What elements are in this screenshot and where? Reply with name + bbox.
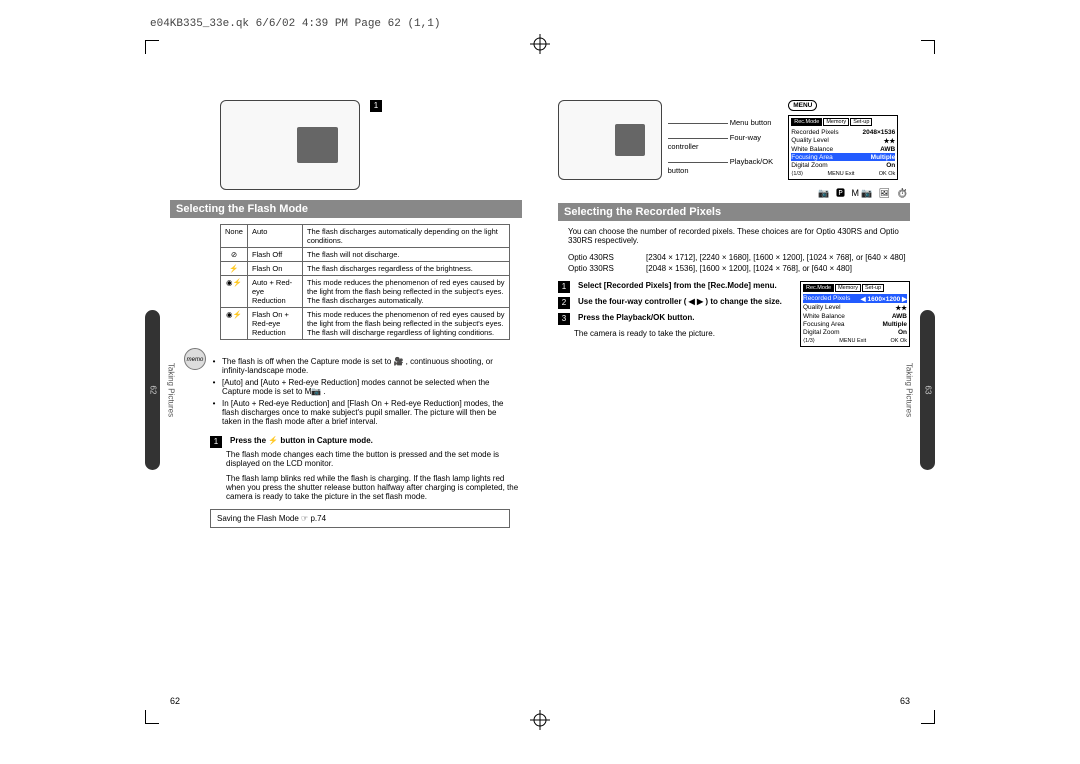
- step-row: 3 Press the Playback/OK button.: [558, 313, 792, 325]
- print-header: e04KB335_33e.qk 6/6/02 4:39 PM Page 62 (…: [150, 18, 440, 30]
- spec-row: Optio 430RS[2304 × 1712], [2240 × 1680],…: [568, 253, 910, 262]
- crop-mark-br: [921, 710, 935, 724]
- step3-body: The camera is ready to take the picture.: [574, 329, 792, 338]
- lcd-menu-screenshot-2: Rec.ModeMemorySet-upRecorded Pixels◀ 160…: [800, 281, 910, 347]
- flash-icon-cell: None: [221, 225, 248, 248]
- lcd-menu-screenshot-1: Rec.ModeMemorySet-upRecorded Pixels2048×…: [788, 115, 898, 180]
- callout-menu-button: Menu button: [730, 118, 772, 127]
- section-title-flash: Selecting the Flash Mode: [170, 200, 522, 218]
- side-label-right: Taking Pictures: [900, 310, 918, 470]
- flash-mode-table: NoneAutoThe flash discharges automatical…: [220, 224, 510, 340]
- camera-illustration-left: [220, 100, 360, 190]
- spec-row: Optio 330RS[2048 × 1536], [1600 × 1200],…: [568, 264, 910, 273]
- mode-icons-row: 📷 🅿 M📷 🖼 ⏱: [558, 186, 910, 199]
- flash-desc-cell: The flash will not discharge.: [302, 248, 509, 262]
- crop-mark-tr: [921, 40, 935, 54]
- step-text: Press the Playback/OK button.: [578, 313, 694, 325]
- step-text: Select [Recorded Pixels] from the [Rec.M…: [578, 281, 777, 293]
- step-marker-1: 1: [558, 281, 570, 293]
- step-text: Use the four-way controller ( ◀ ▶ ) to c…: [578, 297, 782, 309]
- page-number-left: 62: [170, 696, 180, 706]
- step1-marker: 1: [210, 436, 222, 448]
- step-marker-3: 3: [558, 313, 570, 325]
- page-left: 62 Taking Pictures 1 Selecting the Flash…: [160, 50, 540, 714]
- thumb-tab-right: 63: [920, 310, 935, 470]
- crop-mark-bl: [145, 710, 159, 724]
- step1-title: Press the ⚡ button in Capture mode.: [230, 436, 373, 448]
- step-row: 1 Select [Recorded Pixels] from the [Rec.…: [558, 281, 792, 293]
- flash-icon-cell: ⊘: [221, 248, 248, 262]
- steps-list: 1 Select [Recorded Pixels] from the [Rec.…: [558, 281, 792, 347]
- page-right: 63 Taking Pictures Menu button Four-way …: [540, 50, 920, 714]
- thumb-tab-num-right: 63: [923, 386, 932, 395]
- camera-illustration-right: [558, 100, 662, 180]
- flash-icon-cell: ⚡: [221, 262, 248, 276]
- page-spread: 62 Taking Pictures 1 Selecting the Flash…: [160, 50, 920, 714]
- flash-mode-cell: Flash On + Red-eye Reduction: [247, 308, 302, 340]
- flash-icon-cell: ◉⚡: [221, 276, 248, 308]
- memo-bullet: •[Auto] and [Auto + Red-eye Reduction] m…: [210, 378, 518, 396]
- intro-text: You can choose the number of recorded pi…: [568, 227, 910, 245]
- memo-notes: •The flash is off when the Capture mode …: [210, 354, 518, 426]
- flash-desc-cell: The flash discharges regardless of the b…: [302, 262, 509, 276]
- cross-reference-box: Saving the Flash Mode ☞ p.74: [210, 509, 510, 528]
- step1-body1: The flash mode changes each time the but…: [226, 450, 522, 468]
- thumb-tab-left: 62: [145, 310, 160, 470]
- flash-desc-cell: This mode reduces the phenomenon of red …: [302, 276, 509, 308]
- flash-mode-cell: Flash On: [247, 262, 302, 276]
- flash-mode-cell: Auto: [247, 225, 302, 248]
- step-marker-2: 2: [558, 297, 570, 309]
- menu-button-label: MENU: [788, 100, 817, 111]
- flash-desc-cell: The flash discharges automatically depen…: [302, 225, 509, 248]
- side-label-text-right: Taking Pictures: [905, 363, 914, 417]
- flash-icon-cell: ◉⚡: [221, 308, 248, 340]
- crop-mark-tl: [145, 40, 159, 54]
- page-number-right: 63: [900, 696, 910, 706]
- flash-desc-cell: This mode reduces the phenomenon of red …: [302, 308, 509, 340]
- section-title-pixels: Selecting the Recorded Pixels: [558, 203, 910, 221]
- step-marker-1-icon: 1: [370, 100, 382, 112]
- callout-playback: Playback/OK button: [668, 157, 773, 175]
- memo-bullet: •The flash is off when the Capture mode …: [210, 357, 518, 375]
- thumb-tab-num: 62: [148, 386, 157, 395]
- step1-body2: The flash lamp blinks red while the flas…: [226, 474, 522, 501]
- step-row: 2 Use the four-way controller ( ◀ ▶ ) to …: [558, 297, 792, 309]
- pixel-specs: Optio 430RS[2304 × 1712], [2240 × 1680],…: [568, 253, 910, 273]
- callout-fourway: Four-way controller: [668, 133, 761, 151]
- flash-mode-cell: Flash Off: [247, 248, 302, 262]
- memo-bullet: •In [Auto + Red-eye Reduction] and [Flas…: [210, 399, 518, 426]
- memo-icon: memo: [184, 348, 206, 370]
- side-label-left: Taking Pictures: [162, 310, 180, 470]
- side-label-text: Taking Pictures: [167, 363, 176, 417]
- flash-mode-cell: Auto + Red-eye Reduction: [247, 276, 302, 308]
